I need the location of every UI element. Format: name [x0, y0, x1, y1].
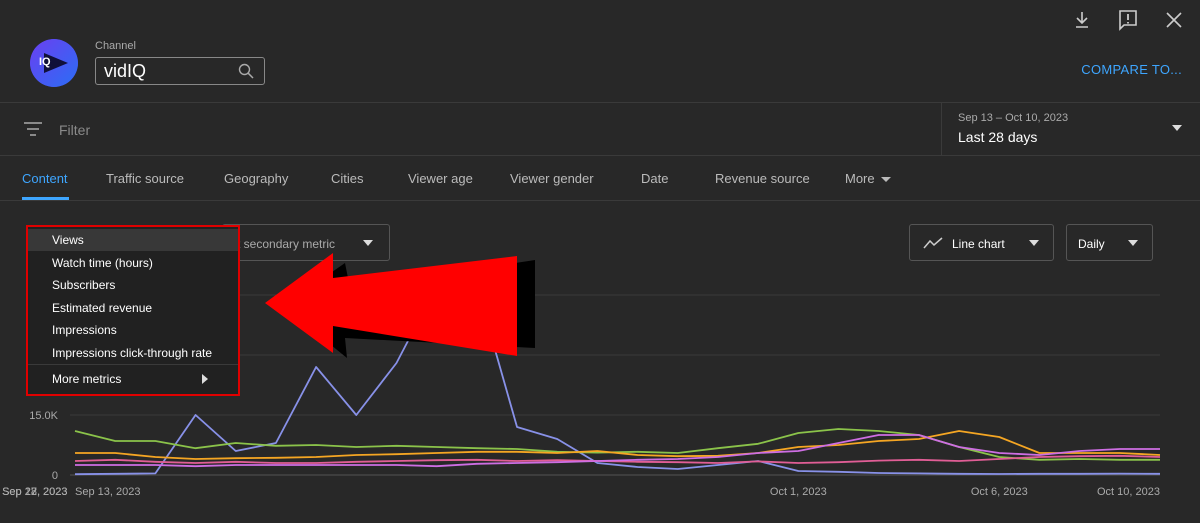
menu-item-impressions[interactable]: Impressions — [28, 319, 238, 341]
series-line-1 — [74, 428, 1160, 461]
red-arrow-annotation — [265, 253, 535, 358]
x-tick-label: Oct 1, 2023 — [770, 486, 827, 498]
x-tick-label: Sep 27, 2023 — [2, 486, 67, 498]
filter-input[interactable]: Filter — [59, 122, 90, 138]
menu-item-estimated-revenue[interactable]: Estimated revenue — [28, 297, 238, 319]
download-icon[interactable] — [1070, 8, 1094, 32]
y-tick-label: 0 — [52, 470, 58, 482]
metric-menu: Views Watch time (hours) Subscribers Est… — [26, 225, 240, 396]
channel-avatar: IQ — [30, 39, 78, 87]
x-tick-label: Oct 6, 2023 — [971, 486, 1028, 498]
tab-more[interactable]: More — [845, 171, 891, 186]
chevron-down-icon — [1172, 125, 1182, 131]
date-range-selector[interactable]: Sep 13 – Oct 10, 2023 Last 28 days — [941, 103, 1200, 155]
menu-item-more-metrics[interactable]: More metrics — [28, 368, 238, 390]
chevron-down-icon — [880, 177, 891, 183]
filter-bar: Filter Sep 13 – Oct 10, 2023 Last 28 day… — [0, 102, 1200, 156]
date-range-label: Last 28 days — [958, 129, 1038, 145]
tab-geography[interactable]: Geography — [224, 171, 288, 186]
more-metrics-label: More metrics — [52, 372, 122, 386]
menu-item-subscribers[interactable]: Subscribers — [28, 274, 238, 296]
menu-item-watch-time[interactable]: Watch time (hours) — [28, 252, 238, 274]
x-tick-label: Sep 13, 2023 — [75, 486, 140, 498]
report-tabs: Content Traffic source Geography Cities … — [0, 156, 1200, 201]
tab-viewer-age[interactable]: Viewer age — [408, 171, 473, 186]
window-actions — [1070, 8, 1186, 32]
menu-divider — [28, 364, 238, 365]
y-tick-label: 15.0K — [29, 410, 58, 422]
tab-more-label: More — [845, 171, 875, 186]
logo-text: IQ — [39, 56, 51, 68]
filter-icon[interactable] — [24, 121, 42, 137]
compare-to-button[interactable]: COMPARE TO... — [1081, 62, 1182, 77]
channel-search-input[interactable]: vidIQ — [95, 57, 265, 85]
x-tick-label: Oct 10, 2023 — [1097, 486, 1160, 498]
date-range-text: Sep 13 – Oct 10, 2023 — [958, 112, 1069, 124]
feedback-icon[interactable] — [1116, 8, 1140, 32]
channel-label: Channel — [95, 40, 136, 52]
tab-content[interactable]: Content — [22, 171, 68, 186]
tab-cities[interactable]: Cities — [331, 171, 364, 186]
tab-traffic-source[interactable]: Traffic source — [106, 171, 184, 186]
tab-date[interactable]: Date — [641, 171, 668, 186]
channel-name: vidIQ — [104, 60, 147, 81]
close-icon[interactable] — [1162, 8, 1186, 32]
chevron-right-icon — [202, 374, 208, 384]
tab-viewer-gender[interactable]: Viewer gender — [510, 171, 594, 186]
menu-item-impressions-ctr[interactable]: Impressions click-through rate — [28, 342, 238, 364]
menu-item-views[interactable]: Views — [28, 229, 238, 251]
series-line-2 — [75, 430, 1161, 460]
tab-revenue-source[interactable]: Revenue source — [715, 171, 810, 186]
search-icon[interactable] — [238, 63, 254, 79]
